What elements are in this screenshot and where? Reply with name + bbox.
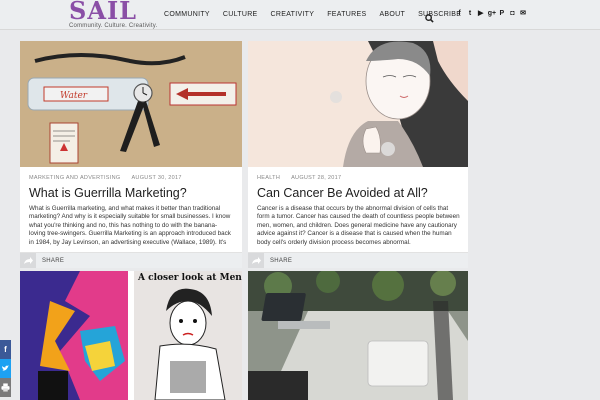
post-thumbnail[interactable] — [248, 271, 468, 400]
post-title[interactable]: Can Cancer Be Avoided at All? — [257, 186, 428, 200]
share-icon — [20, 253, 36, 268]
logo-wordmark[interactable]: SAIL — [69, 0, 157, 23]
facebook-icon[interactable]: f — [0, 340, 11, 359]
instagram-icon[interactable]: ◘ — [509, 10, 516, 18]
facebook-icon[interactable]: f — [456, 10, 463, 18]
youtube-icon[interactable]: ▶ — [477, 10, 484, 18]
post-thumbnail[interactable] — [248, 41, 468, 167]
post-card[interactable] — [248, 271, 468, 400]
nav-item-culture[interactable]: CULTURE — [223, 11, 258, 18]
nav-item-about[interactable]: ABOUT — [379, 11, 405, 18]
share-button[interactable]: SHARE — [248, 252, 468, 268]
post-excerpt: Cancer is a disease that occurs by the a… — [257, 205, 460, 246]
post-thumbnail[interactable]: A closer look at Mental Illness — [20, 271, 242, 400]
image-caption: A closer look at Mental Illness — [137, 273, 242, 283]
nav-item-features[interactable]: FEATURES — [327, 11, 366, 18]
post-meta: MARKETING AND ADVERTISING AUGUST 30, 2017 — [29, 175, 182, 181]
post-date: AUGUST 30, 2017 — [131, 175, 182, 181]
share-icon — [248, 253, 264, 268]
post-date: AUGUST 28, 2017 — [291, 175, 342, 181]
email-icon[interactable]: ✉ — [520, 10, 527, 18]
twitter-icon[interactable]: t — [467, 10, 474, 18]
site-header: SAIL Community. Culture. Creativity. COM… — [0, 0, 600, 30]
print-icon[interactable] — [0, 378, 11, 397]
post-category[interactable]: MARKETING AND ADVERTISING — [29, 175, 120, 181]
side-share-rail: f — [0, 340, 11, 397]
post-thumbnail[interactable]: Water — [20, 41, 242, 167]
pinterest-icon[interactable]: P — [498, 10, 505, 18]
twitter-icon[interactable] — [0, 359, 11, 378]
nav-item-creativity[interactable]: CREATIVITY — [271, 11, 315, 18]
post-card[interactable]: HEALTH AUGUST 28, 2017 Can Cancer Be Avoi… — [248, 41, 468, 268]
water-label: Water — [60, 91, 88, 101]
post-category[interactable]: HEALTH — [257, 175, 280, 181]
share-label: SHARE — [270, 258, 293, 264]
search-icon[interactable] — [425, 10, 434, 23]
google-plus-icon[interactable]: g+ — [488, 10, 496, 18]
post-meta: HEALTH AUGUST 28, 2017 — [257, 175, 341, 181]
logo-tagline: Community. Culture. Creativity. — [69, 23, 158, 29]
post-card[interactable]: Water MARKETING AND ADVERTISING AUGUST 30… — [20, 41, 242, 268]
share-label: SHARE — [42, 258, 65, 264]
nav-item-community[interactable]: COMMUNITY — [164, 11, 210, 18]
site-logo[interactable]: SAIL Community. Culture. Creativity. — [69, 0, 157, 29]
post-title[interactable]: What is Guerrilla Marketing? — [29, 186, 187, 200]
social-links: f t ▶ g+ P ◘ ✉ — [456, 10, 530, 18]
post-card[interactable]: A closer look at Mental Illness — [20, 271, 242, 400]
post-excerpt: What is Guerrilla marketing, and what ma… — [29, 205, 231, 246]
share-button[interactable]: SHARE — [20, 252, 242, 268]
